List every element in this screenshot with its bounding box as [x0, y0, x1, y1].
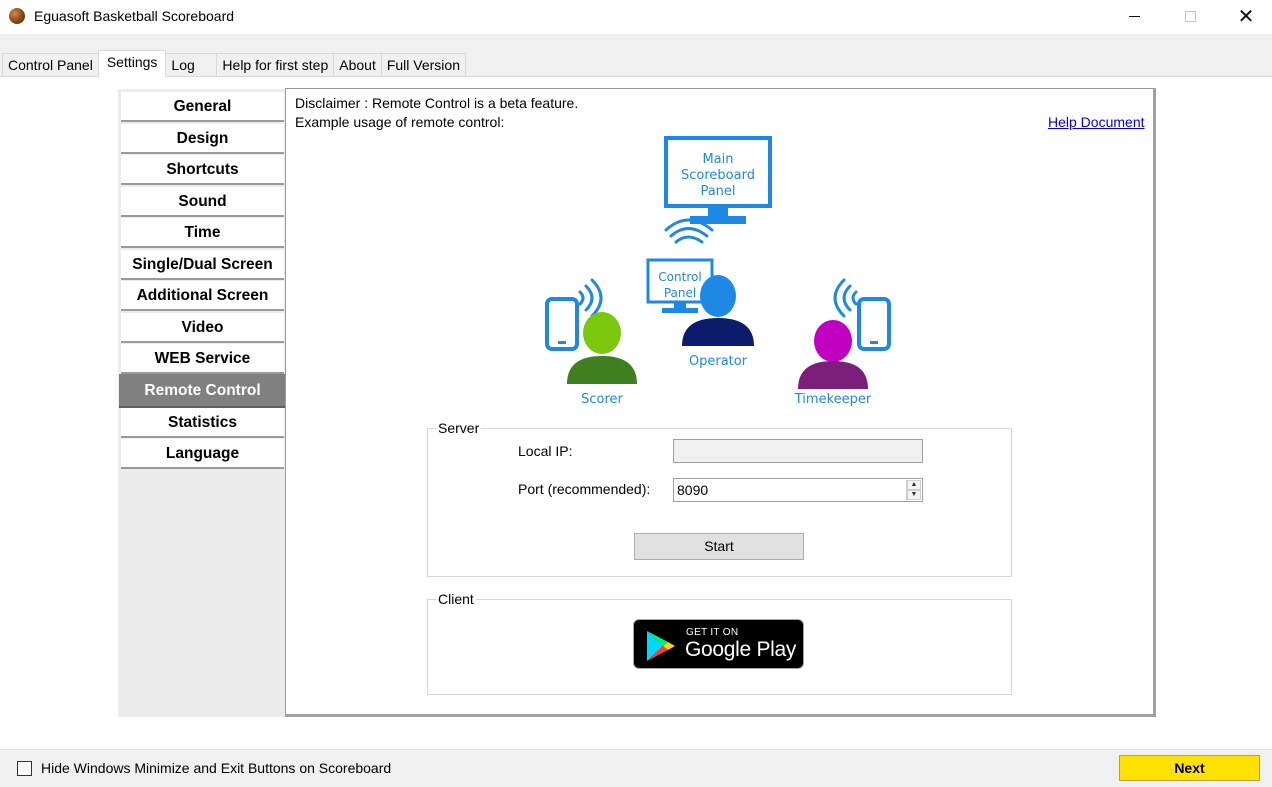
close-icon: ✕: [1237, 5, 1255, 28]
settings-sidebar: General Design Shortcuts Sound Time Sing…: [118, 89, 286, 717]
control-panel-line-1: Control: [658, 270, 701, 284]
sidebar-item-web-service[interactable]: WEB Service: [121, 344, 284, 374]
scorer-phone-icon: [545, 297, 579, 351]
title-bar: Eguasoft Basketball Scoreboard ✕: [0, 0, 1272, 34]
control-panel-line-2: Panel: [664, 286, 696, 300]
sidebar-item-remote-control[interactable]: Remote Control: [119, 374, 286, 408]
disclaimer-text: Disclaimer : Remote Control is a beta fe…: [295, 95, 579, 111]
main-panel-line-3: Panel: [700, 184, 735, 199]
start-button[interactable]: Start: [634, 533, 804, 560]
tab-full-version[interactable]: Full Version: [380, 53, 466, 76]
badge-google-play: Google Play: [685, 638, 797, 661]
sidebar-item-sound[interactable]: Sound: [121, 187, 284, 217]
maximize-icon: [1184, 10, 1196, 22]
hide-buttons-label: Hide Windows Minimize and Exit Buttons o…: [41, 760, 392, 776]
window-title: Eguasoft Basketball Scoreboard: [34, 8, 235, 24]
tab-help-first-step[interactable]: Help for first step: [216, 53, 335, 76]
operator-label: Operator: [689, 354, 748, 369]
port-value: 8090: [677, 482, 709, 498]
sidebar-item-video[interactable]: Video: [121, 313, 284, 343]
local-ip-label: Local IP:: [518, 443, 573, 459]
minimize-button[interactable]: [1106, 0, 1162, 32]
basketball-app-icon: [9, 8, 25, 24]
close-button[interactable]: ✕: [1218, 0, 1272, 32]
example-text: Example usage of remote control:: [295, 114, 505, 130]
badge-get-it-on: GET IT ON: [686, 627, 739, 638]
sidebar-item-single-dual-screen[interactable]: Single/Dual Screen: [121, 250, 284, 280]
tab-about[interactable]: About: [333, 53, 382, 76]
timekeeper-label: Timekeeper: [794, 392, 872, 407]
tab-strip: Control Panel Settings Log Help for firs…: [0, 34, 1272, 78]
tab-settings[interactable]: Settings: [97, 50, 167, 77]
server-legend: Server: [436, 420, 482, 436]
sidebar-item-additional-screen[interactable]: Additional Screen: [121, 281, 284, 311]
sidebar-item-general[interactable]: General: [121, 92, 284, 122]
port-decrement-button[interactable]: ▼: [907, 490, 921, 500]
sidebar-item-statistics[interactable]: Statistics: [121, 408, 284, 438]
port-label: Port (recommended):: [518, 481, 651, 497]
timekeeper-phone-icon: [857, 297, 891, 351]
local-ip-field[interactable]: [673, 439, 923, 463]
hide-buttons-checkbox[interactable]: [17, 761, 32, 776]
sidebar-item-shortcuts[interactable]: Shortcuts: [121, 155, 284, 185]
next-button[interactable]: Next: [1119, 755, 1260, 781]
client-legend: Client: [436, 591, 476, 607]
wifi-icon: [664, 218, 714, 244]
tab-control-panel[interactable]: Control Panel: [2, 53, 99, 76]
remote-control-diagram: Main Scoreboard Panel Control Panel Oper…: [545, 136, 891, 407]
port-stepper: ▲ ▼: [906, 480, 921, 500]
port-input[interactable]: 8090 ▲ ▼: [673, 478, 923, 502]
timekeeper-wifi-icon: [833, 278, 858, 318]
scorer-wifi-icon: [578, 278, 603, 318]
main-panel-line-2: Scoreboard: [681, 168, 755, 183]
tab-log[interactable]: Log: [165, 53, 218, 76]
main-panel-line-1: Main: [702, 152, 733, 167]
maximize-button[interactable]: [1162, 0, 1218, 32]
help-document-link[interactable]: Help Document: [1048, 114, 1145, 130]
google-play-badge-button[interactable]: GET IT ON Google Play: [633, 619, 804, 669]
sidebar-item-language[interactable]: Language: [121, 439, 284, 469]
google-play-icon: [647, 631, 675, 661]
minimize-icon: [1128, 15, 1140, 17]
scorer-label: Scorer: [581, 392, 623, 407]
sidebar-item-design[interactable]: Design: [121, 124, 284, 154]
sidebar-item-time[interactable]: Time: [121, 218, 284, 248]
